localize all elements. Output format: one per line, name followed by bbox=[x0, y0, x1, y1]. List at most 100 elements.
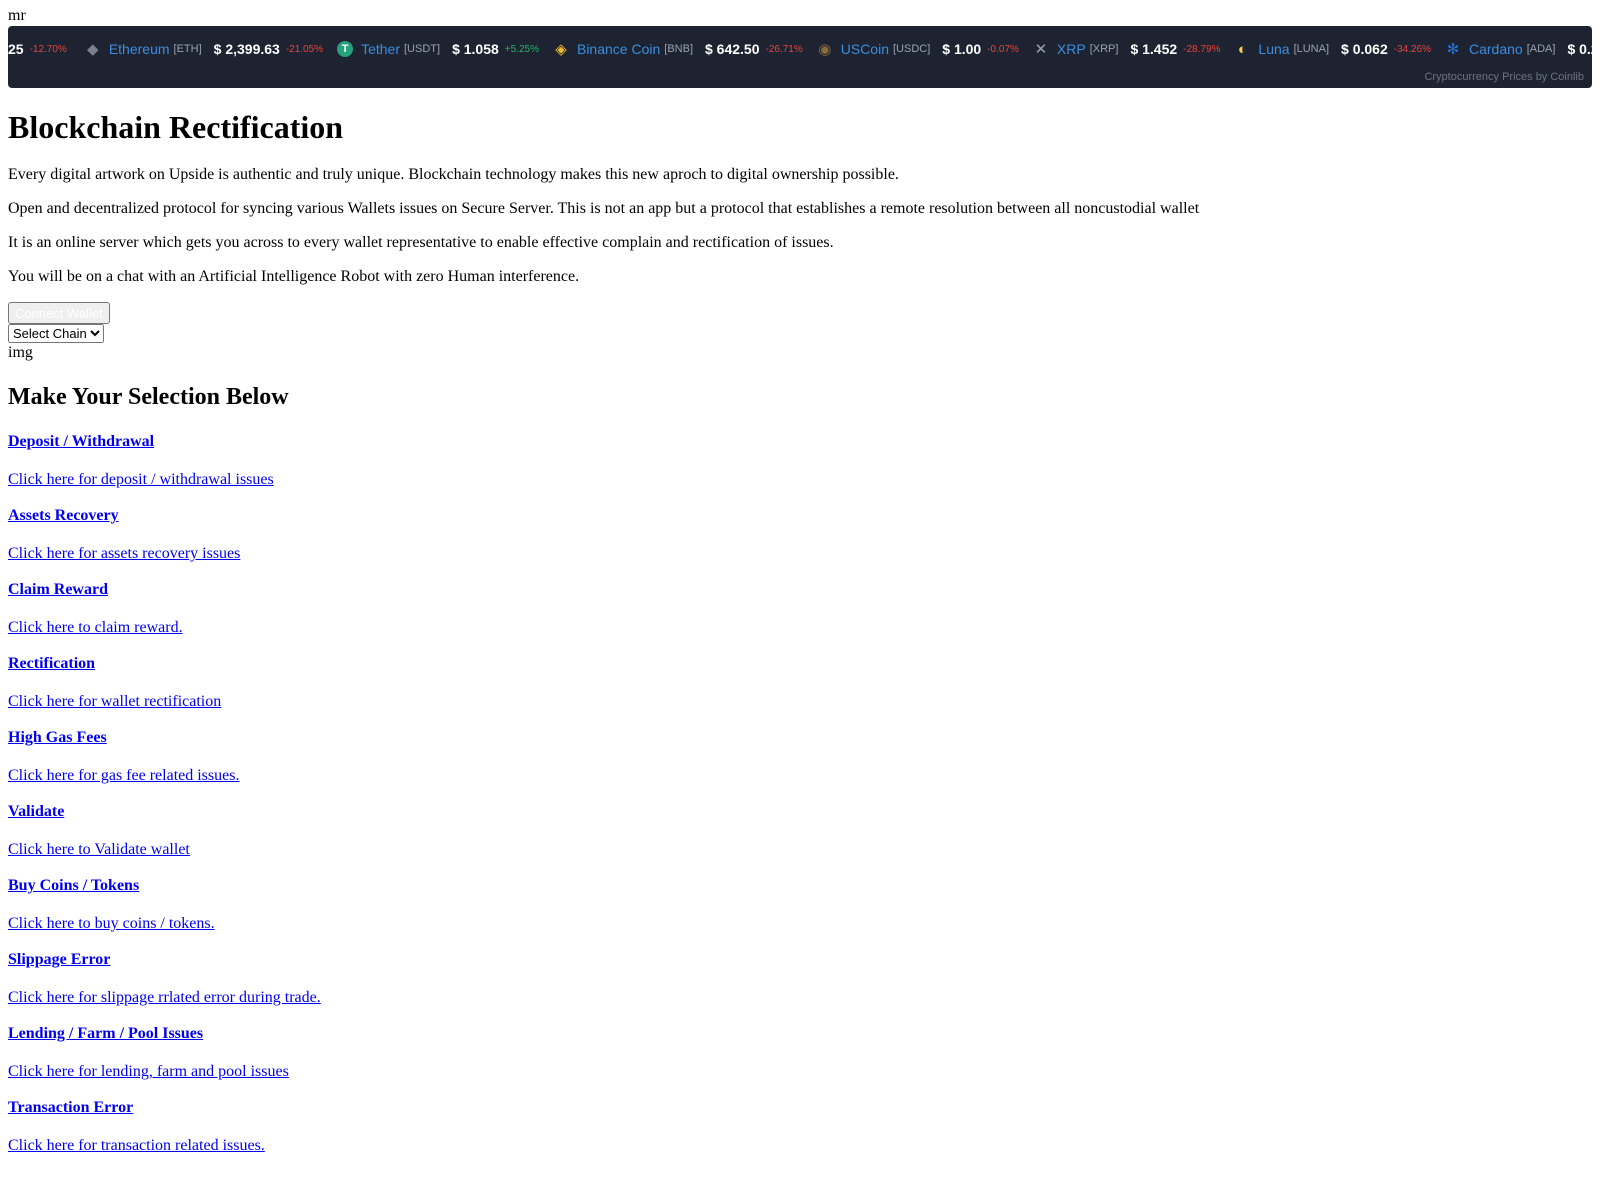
selection-description: Click here for transaction related issue… bbox=[8, 1135, 1592, 1157]
ticker-coin-change: +5.25% bbox=[504, 43, 539, 55]
ticker-coin-symbol: [USDC] bbox=[893, 43, 931, 55]
selection-title-link[interactable]: Assets Recovery bbox=[8, 507, 119, 524]
intro-paragraph-4: You will be on a chat with an Artificial… bbox=[8, 268, 580, 285]
selection-title-link[interactable]: Deposit / Withdrawal bbox=[8, 433, 154, 450]
intro-paragraph-3: It is an online server which gets you ac… bbox=[8, 234, 834, 251]
ticker-coin-change: -34.26% bbox=[1393, 43, 1431, 55]
ticker-coin-name[interactable]: Cardano bbox=[1469, 41, 1523, 57]
selection-item: Rectification Click here for wallet recti… bbox=[8, 653, 1592, 713]
ticker-coin-price: $ 1.00 bbox=[942, 41, 982, 57]
selection-title-link[interactable]: Slippage Error bbox=[8, 951, 110, 968]
ticker-coin-name[interactable]: Binance Coin bbox=[577, 41, 660, 57]
ticker-coin-name[interactable]: XRP bbox=[1057, 41, 1086, 57]
ticker-coin-change: -28.79% bbox=[1183, 43, 1221, 55]
selection-title: Lending / Farm / Pool Issues bbox=[8, 1023, 1592, 1045]
selection-title-link[interactable]: Transaction Error bbox=[8, 1099, 133, 1116]
page-title: Blockchain Rectification bbox=[8, 109, 344, 145]
selection-item: Buy Coins / Tokens Click here to buy coin… bbox=[8, 875, 1592, 935]
selection-title: Buy Coins / Tokens bbox=[8, 875, 1592, 897]
selection-description-link[interactable]: Click here for deposit / withdrawal issu… bbox=[8, 471, 274, 488]
ticker-item[interactable]: ◐ Luna [LUNA] $ 0.062 -34.26% bbox=[1234, 40, 1431, 58]
selection-description-link[interactable]: Click here for lending, farm and pool is… bbox=[8, 1063, 289, 1080]
ticker-lead-price: 25 bbox=[8, 41, 24, 57]
selection-title-link[interactable]: Buy Coins / Tokens bbox=[8, 877, 139, 894]
selection-description: Click here for assets recovery issues bbox=[8, 543, 1592, 565]
selection-description: Click here for wallet rectification bbox=[8, 691, 1592, 713]
ticker-coin-price: $ 2,399.63 bbox=[213, 41, 280, 57]
selection-description-link[interactable]: Click here for slippage rrlated error du… bbox=[8, 989, 321, 1006]
selection-item: Deposit / Withdrawal Click here for depos… bbox=[8, 431, 1592, 491]
selection-title: Deposit / Withdrawal bbox=[8, 431, 1592, 453]
selection-item: Lending / Farm / Pool Issues Click here f… bbox=[8, 1023, 1592, 1083]
ticker-coin-symbol: [ADA] bbox=[1526, 43, 1556, 55]
ticker-item[interactable]: ◈ Binance Coin [BNB] $ 642.50 -26.71% bbox=[553, 41, 803, 58]
crypto-ticker: 25 -12.70% ◆ Ethereum [ETH] $ 2,399.63 -21.0… bbox=[8, 26, 1592, 88]
ticker-coin-price: $ 0.2 bbox=[1567, 41, 1592, 57]
selection-description-link[interactable]: Click here to buy coins / tokens. bbox=[8, 915, 215, 932]
selection-title-link[interactable]: Claim Reward bbox=[8, 581, 108, 598]
selection-title: Validate bbox=[8, 801, 1592, 823]
ticker-item[interactable]: ✻ Cardano[ADA] $ 0.2 bbox=[1445, 41, 1592, 58]
connect-wallet-button[interactable]: Connect Wallet bbox=[8, 302, 110, 324]
intro-paragraph-1: Every digital artwork on Upside is authe… bbox=[8, 166, 899, 183]
selection-description: Click here for lending, farm and pool is… bbox=[8, 1061, 1592, 1083]
selection-description: Click here to claim reward. bbox=[8, 617, 1592, 639]
selection-title-link[interactable]: High Gas Fees bbox=[8, 729, 107, 746]
tether-icon: T bbox=[337, 41, 354, 57]
selection-description-link[interactable]: Click here for transaction related issue… bbox=[8, 1137, 265, 1154]
ticker-coin-price: $ 642.50 bbox=[705, 41, 760, 57]
selection-list: Deposit / Withdrawal Click here for depos… bbox=[8, 431, 1592, 1157]
selection-item: Slippage Error Click here for slippage rr… bbox=[8, 949, 1592, 1009]
top-text: mr bbox=[8, 7, 26, 24]
selection-description-link[interactable]: Click here for gas fee related issues. bbox=[8, 767, 239, 784]
ticker-coin-symbol: [BNB] bbox=[664, 43, 693, 55]
ticker-coin-change: -0.07% bbox=[987, 43, 1019, 55]
selection-item: Claim Reward Click here to claim reward. bbox=[8, 579, 1592, 639]
ticker-coin-change: -26.71% bbox=[765, 43, 803, 55]
ticker-credit[interactable]: Cryptocurrency Prices by Coinlib bbox=[1424, 71, 1584, 83]
selection-description: Click here to buy coins / tokens. bbox=[8, 913, 1592, 935]
selection-description-link[interactable]: Click here for assets recovery issues bbox=[8, 545, 240, 562]
selection-description: Click here for deposit / withdrawal issu… bbox=[8, 469, 1592, 491]
selection-title-link[interactable]: Validate bbox=[8, 803, 64, 820]
ticker-lead-change: -12.70% bbox=[29, 43, 67, 55]
selection-title: Transaction Error bbox=[8, 1097, 1592, 1119]
ticker-coin-price: $ 1.058 bbox=[452, 41, 499, 57]
ticker-coin-name[interactable]: USCoin bbox=[841, 41, 889, 57]
selection-description: Click here for gas fee related issues. bbox=[8, 765, 1592, 787]
binance-icon: ◈ bbox=[555, 41, 567, 58]
ticker-item[interactable]: T Tether [USDT] $ 1.058 +5.25% bbox=[337, 41, 539, 57]
selection-item: Transaction Error Click here for transact… bbox=[8, 1097, 1592, 1157]
ticker-coin-name[interactable]: Luna bbox=[1258, 41, 1289, 57]
ticker-coin-symbol: [XRP] bbox=[1089, 43, 1119, 55]
selection-title: Assets Recovery bbox=[8, 505, 1592, 527]
selection-description-link[interactable]: Click here to claim reward. bbox=[8, 619, 183, 636]
ticker-track: 25 -12.70% ◆ Ethereum [ETH] $ 2,399.63 -21.0… bbox=[8, 39, 1592, 59]
selection-title: High Gas Fees bbox=[8, 727, 1592, 749]
ticker-coin-symbol: [USDT] bbox=[404, 43, 441, 55]
page: mr 25 -12.70% ◆ Ethereum [ETH] $ 2,399.63 -2… bbox=[0, 0, 1600, 1157]
selection-title-link[interactable]: Lending / Farm / Pool Issues bbox=[8, 1025, 203, 1042]
ticker-coin-symbol: [LUNA] bbox=[1293, 43, 1330, 55]
selection-description: Click here to Validate wallet bbox=[8, 839, 1592, 861]
luna-icon: ◐ bbox=[1237, 40, 1247, 58]
cardano-icon: ✻ bbox=[1446, 41, 1460, 58]
ticker-item[interactable]: ◉ USCoin [USDC] $ 1.00 -0.07% bbox=[817, 41, 1019, 58]
selection-description-link[interactable]: Click here for wallet rectification bbox=[8, 693, 221, 710]
selection-title-link[interactable]: Rectification bbox=[8, 655, 95, 672]
selection-title: Slippage Error bbox=[8, 949, 1592, 971]
ticker-coin-price: $ 1.452 bbox=[1130, 41, 1178, 57]
ticker-item[interactable]: ◆ Ethereum [ETH] $ 2,399.63 -21.05% bbox=[85, 41, 323, 58]
usdcoin-icon: ◉ bbox=[818, 41, 832, 58]
ticker-coin-price: $ 0.062 bbox=[1341, 41, 1388, 57]
selection-item: Validate Click here to Validate wallet bbox=[8, 801, 1592, 861]
selection-description-link[interactable]: Click here to Validate wallet bbox=[8, 841, 190, 858]
selection-heading: Make Your Selection Below bbox=[8, 384, 289, 410]
selection-item: High Gas Fees Click here for gas fee rela… bbox=[8, 727, 1592, 787]
ticker-coin-name[interactable]: Tether bbox=[361, 41, 400, 57]
ticker-coin-name[interactable]: Ethereum bbox=[109, 41, 170, 57]
chain-select[interactable]: Select Chain bbox=[8, 324, 104, 343]
intro-paragraph-2: Open and decentralized protocol for sync… bbox=[8, 200, 1200, 217]
ticker-item[interactable]: ✕ XRP [XRP] $ 1.452 -28.79% bbox=[1033, 41, 1221, 58]
broken-image-alt: img bbox=[8, 344, 33, 361]
